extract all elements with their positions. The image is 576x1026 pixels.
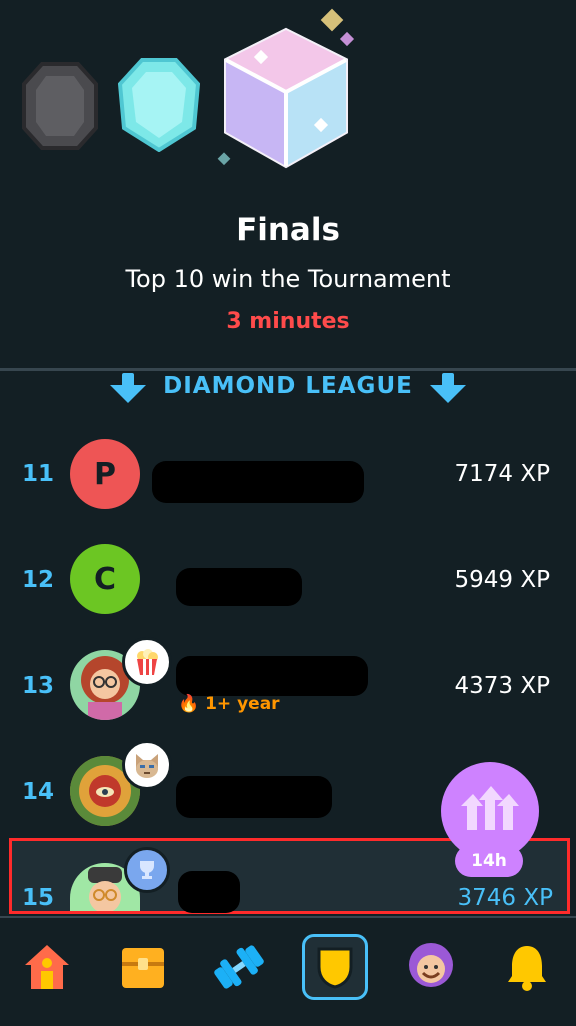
cat-badge — [122, 740, 172, 790]
nav-practice[interactable] — [206, 934, 272, 1000]
flame-icon: 🔥 — [178, 694, 200, 714]
league-name: DIAMOND LEAGUE — [163, 373, 413, 399]
tournament-subtitle: Top 10 win the Tournament — [125, 265, 451, 293]
cat-icon — [136, 754, 158, 778]
nav-chest[interactable] — [110, 934, 176, 1000]
xp-boost-icon — [461, 786, 519, 830]
leaderboard-row[interactable]: 13 🔥 1+ year 4373 XP — [0, 634, 576, 740]
page-title: Finals — [236, 212, 340, 248]
redacted-username — [176, 568, 302, 606]
profile-icon — [409, 943, 453, 987]
time-remaining: 3 minutes — [226, 309, 350, 334]
rank-number: 15 — [22, 885, 55, 911]
trophy-badge — [124, 847, 170, 893]
popcorn-badge — [122, 637, 172, 687]
bottom-nav — [0, 916, 576, 1026]
redacted-username — [176, 656, 368, 696]
xp-value: 7174 XP — [454, 461, 550, 487]
trophy-icon — [140, 861, 154, 879]
nav-learn[interactable] — [14, 934, 80, 1000]
leaderboard-row[interactable]: 11 P 7174 XP — [0, 422, 576, 528]
dumbbell-icon — [214, 945, 264, 989]
avatar[interactable]: P — [70, 439, 140, 509]
rank-number: 14 — [22, 779, 55, 805]
promo-timer: 14h — [455, 845, 523, 877]
rank-number: 11 — [22, 461, 55, 487]
redacted-username — [176, 776, 332, 818]
rank-number: 12 — [22, 567, 55, 593]
avatar-initial: P — [94, 456, 116, 492]
xp-value: 4373 XP — [454, 673, 550, 699]
bell-icon — [508, 946, 546, 991]
obsidian-league-badge-icon — [22, 62, 98, 150]
home-icon — [25, 945, 69, 989]
streak-label: 🔥 1+ year — [178, 694, 280, 714]
redacted-username — [178, 871, 240, 913]
nav-profile[interactable] — [398, 934, 464, 1000]
nav-notifications[interactable] — [494, 934, 560, 1000]
avatar[interactable]: C — [70, 544, 140, 614]
diamond-league-badge-icon — [118, 58, 200, 152]
redacted-username — [152, 461, 364, 503]
xp-value: 5949 XP — [454, 567, 550, 593]
chest-icon — [122, 948, 164, 988]
league-header: Finals Top 10 win the Tournament 3 minut… — [0, 0, 576, 368]
league-zone-header: DIAMOND LEAGUE — [0, 369, 576, 409]
avatar-initial: C — [93, 561, 117, 597]
finals-crystal-icon — [217, 8, 355, 169]
arrow-down-icon — [430, 373, 466, 403]
xp-value: 3746 XP — [457, 885, 553, 911]
rank-number: 13 — [22, 673, 55, 699]
shield-icon — [317, 947, 353, 989]
leaderboard-row[interactable]: 12 C 5949 XP — [0, 528, 576, 634]
streak-text: 1+ year — [205, 694, 280, 714]
nav-leaderboard[interactable] — [302, 934, 368, 1000]
popcorn-icon — [137, 649, 158, 675]
